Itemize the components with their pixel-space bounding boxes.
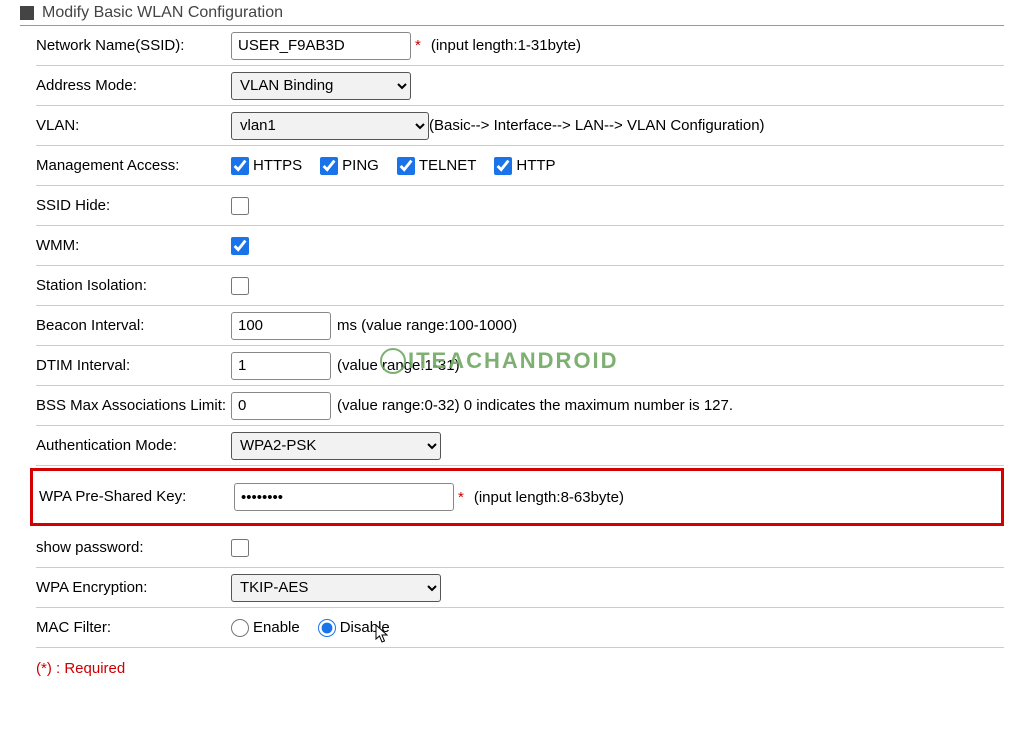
- beacon-interval-label: Beacon Interval:: [36, 317, 231, 334]
- wpa-key-hint: (input length:8-63byte): [474, 489, 624, 506]
- station-isolation-checkbox[interactable]: [231, 277, 249, 295]
- mac-filter-disable-radio[interactable]: [318, 619, 336, 637]
- row-wpa-encryption: WPA Encryption: TKIP-AES: [36, 568, 1004, 608]
- management-access-label: Management Access:: [36, 157, 231, 174]
- row-management-access: Management Access: HTTPS PING TELNET HTT…: [36, 146, 1004, 186]
- https-checkbox[interactable]: [231, 157, 249, 175]
- ssid-hint: (input length:1-31byte): [431, 37, 581, 54]
- vlan-label: VLAN:: [36, 117, 231, 134]
- row-dtim-interval: DTIM Interval: (value range:1-31): [36, 346, 1004, 386]
- required-note: (*) : Required: [36, 660, 1004, 677]
- dtim-interval-input[interactable]: [231, 352, 331, 380]
- https-checkbox-label: HTTPS: [253, 157, 302, 174]
- auth-mode-label: Authentication Mode:: [36, 437, 231, 454]
- ssid-input[interactable]: [231, 32, 411, 60]
- bss-max-input[interactable]: [231, 392, 331, 420]
- mac-filter-enable-radio[interactable]: [231, 619, 249, 637]
- bss-max-hint: (value range:0-32) 0 indicates the maxim…: [337, 397, 733, 414]
- address-mode-select[interactable]: VLAN Binding: [231, 72, 411, 100]
- row-address-mode: Address Mode: VLAN Binding: [36, 66, 1004, 106]
- ssid-hide-checkbox[interactable]: [231, 197, 249, 215]
- required-star: *: [415, 37, 421, 54]
- vlan-select[interactable]: vlan1: [231, 112, 429, 140]
- ssid-hide-label: SSID Hide:: [36, 197, 231, 214]
- mac-filter-label: MAC Filter:: [36, 619, 231, 636]
- mac-filter-enable-label: Enable: [253, 619, 300, 636]
- row-beacon-interval: Beacon Interval: ms (value range:100-100…: [36, 306, 1004, 346]
- wpa-key-input[interactable]: [234, 483, 454, 511]
- row-station-isolation: Station Isolation:: [36, 266, 1004, 306]
- row-wpa-key: WPA Pre-Shared Key: * (input length:8-63…: [39, 471, 995, 523]
- wmm-label: WMM:: [36, 237, 231, 254]
- station-isolation-label: Station Isolation:: [36, 277, 231, 294]
- http-checkbox-label: HTTP: [516, 157, 555, 174]
- dtim-interval-hint: (value range:1-31): [337, 357, 460, 374]
- row-wmm: WMM:: [36, 226, 1004, 266]
- beacon-interval-hint: ms (value range:100-1000): [337, 317, 517, 334]
- header-title: Modify Basic WLAN Configuration: [42, 4, 283, 22]
- mac-filter-disable-label: Disable: [340, 619, 390, 636]
- wpa-key-label: WPA Pre-Shared Key:: [39, 487, 234, 507]
- ssid-label: Network Name(SSID):: [36, 37, 231, 54]
- telnet-checkbox-label: TELNET: [419, 157, 477, 174]
- row-mac-filter: MAC Filter: Enable Disable: [36, 608, 1004, 648]
- telnet-checkbox[interactable]: [397, 157, 415, 175]
- header-square-icon: [20, 6, 34, 20]
- wmm-checkbox[interactable]: [231, 237, 249, 255]
- row-vlan: VLAN: vlan1 (Basic--> Interface--> LAN--…: [36, 106, 1004, 146]
- required-star: *: [458, 489, 464, 506]
- row-ssid-hide: SSID Hide:: [36, 186, 1004, 226]
- address-mode-label: Address Mode:: [36, 77, 231, 94]
- row-auth-mode: Authentication Mode: WPA2-PSK: [36, 426, 1004, 466]
- http-checkbox[interactable]: [494, 157, 512, 175]
- bss-max-label: BSS Max Associations Limit:: [36, 396, 231, 416]
- auth-mode-select[interactable]: WPA2-PSK: [231, 432, 441, 460]
- show-password-checkbox[interactable]: [231, 539, 249, 557]
- row-show-password: show password:: [36, 528, 1004, 568]
- show-password-label: show password:: [36, 539, 231, 556]
- ping-checkbox-label: PING: [342, 157, 379, 174]
- section-header: Modify Basic WLAN Configuration: [20, 4, 1004, 26]
- vlan-hint: (Basic--> Interface--> LAN--> VLAN Confi…: [429, 117, 765, 134]
- wpa-encryption-label: WPA Encryption:: [36, 579, 231, 596]
- wpa-key-highlight: WPA Pre-Shared Key: * (input length:8-63…: [30, 468, 1004, 526]
- wpa-encryption-select[interactable]: TKIP-AES: [231, 574, 441, 602]
- ping-checkbox[interactable]: [320, 157, 338, 175]
- dtim-interval-label: DTIM Interval:: [36, 357, 231, 374]
- beacon-interval-input[interactable]: [231, 312, 331, 340]
- row-bss-max: BSS Max Associations Limit: (value range…: [36, 386, 1004, 426]
- row-ssid: Network Name(SSID): * (input length:1-31…: [36, 26, 1004, 66]
